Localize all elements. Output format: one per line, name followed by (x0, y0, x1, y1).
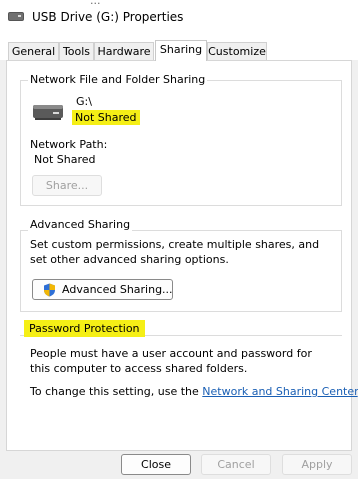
network-path-label: Network Path: (30, 138, 108, 151)
drive-icon (33, 105, 63, 120)
drive-share-status: Not Shared (72, 110, 140, 125)
cancel-button[interactable]: Cancel (201, 454, 271, 475)
network-sharing-group-label: Network File and Folder Sharing (28, 73, 208, 86)
window-title: USB Drive (G:) Properties (32, 10, 184, 24)
usb-drive-icon (8, 12, 24, 21)
title-bar[interactable]: ... USB Drive (G:) Properties (0, 0, 358, 36)
advanced-sharing-button[interactable]: Advanced Sharing... (32, 279, 173, 300)
network-and-sharing-center-link[interactable]: Network and Sharing Center (202, 385, 357, 398)
tab-sharing[interactable]: Sharing (155, 40, 207, 61)
password-protection-description: People must have a user account and pass… (30, 347, 312, 375)
share-button[interactable]: Share... (32, 175, 102, 196)
drive-path: G:\ (76, 95, 92, 108)
tab-hardware[interactable]: Hardware (94, 42, 154, 60)
advanced-sharing-group-label: Advanced Sharing (28, 218, 133, 231)
uac-shield-icon (44, 283, 55, 297)
tab-general[interactable]: General (8, 42, 59, 60)
password-protection-label: Password Protection (24, 320, 145, 337)
change-setting-text: To change this setting, use the (30, 385, 199, 398)
background-window-text: ... (90, 0, 101, 7)
change-setting-text-line: To change this setting, use the Network … (30, 385, 358, 398)
advanced-sharing-button-label: Advanced Sharing... (62, 283, 173, 296)
tab-customize[interactable]: Customize (207, 42, 267, 60)
close-button[interactable]: Close (121, 454, 191, 475)
network-path-value: Not Shared (34, 153, 96, 166)
advanced-sharing-description: Set custom permissions, create multiple … (30, 238, 320, 266)
apply-button[interactable]: Apply (282, 454, 352, 475)
tab-tools[interactable]: Tools (59, 42, 94, 60)
